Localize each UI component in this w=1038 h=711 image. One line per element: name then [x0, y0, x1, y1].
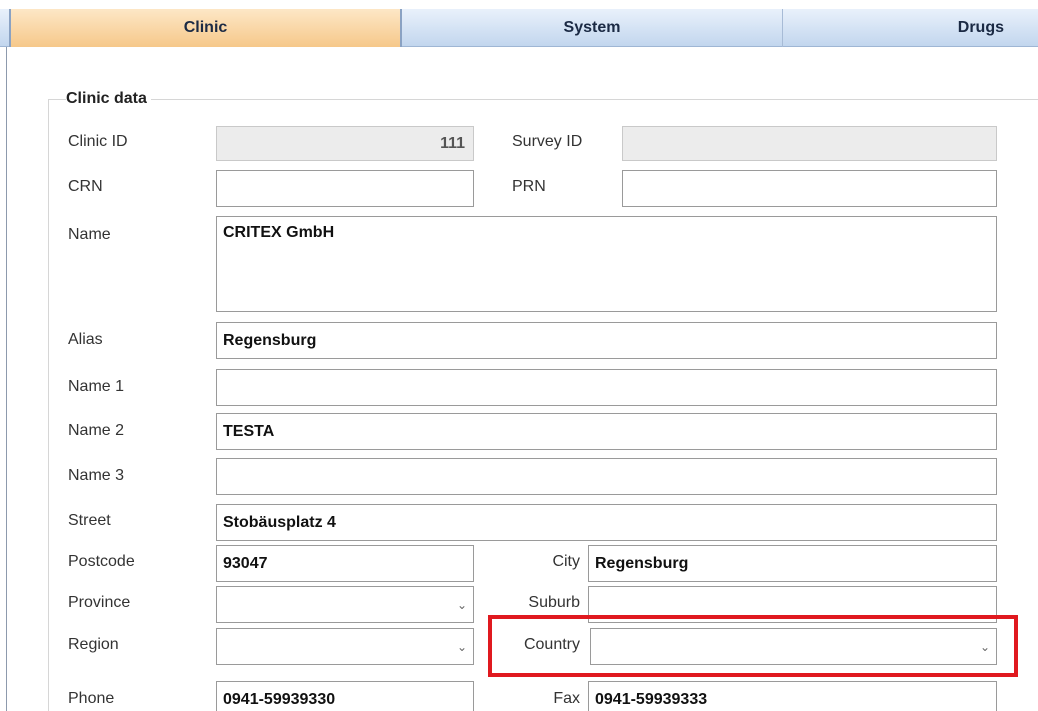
section-border-top	[48, 99, 1038, 100]
chevron-down-icon[interactable]: ⌄	[457, 598, 467, 612]
city-field[interactable]: Regensburg	[588, 545, 997, 582]
name3-field[interactable]	[216, 458, 997, 495]
postcode-field[interactable]: 93047	[216, 545, 474, 582]
name2-label: Name 2	[68, 422, 125, 439]
name3-label: Name 3	[68, 467, 125, 484]
tab-bar: Clinic System Drugs	[0, 9, 1038, 47]
clinic-id-label: Clinic ID	[68, 133, 128, 150]
region-label: Region	[68, 636, 119, 653]
prn-label: PRN	[512, 178, 546, 195]
section-border-left	[48, 99, 49, 711]
name1-field[interactable]	[216, 369, 997, 406]
phone-field[interactable]: 0941-59939330	[216, 681, 474, 711]
tab-drugs[interactable]: Drugs	[783, 9, 1038, 47]
region-select[interactable]: ⌄	[216, 628, 474, 665]
survey-id-field	[622, 126, 997, 161]
suburb-label: Suburb	[528, 594, 580, 611]
chevron-down-icon[interactable]: ⌄	[457, 640, 467, 654]
name1-label: Name 1	[68, 378, 125, 395]
alias-label: Alias	[68, 331, 103, 348]
province-select[interactable]: ⌄	[216, 586, 474, 623]
crn-field[interactable]	[216, 170, 474, 207]
province-label: Province	[68, 594, 131, 611]
fax-label: Fax	[553, 690, 580, 707]
phone-label: Phone	[68, 690, 115, 707]
crn-label: CRN	[68, 178, 103, 195]
section-legend: Clinic data	[66, 90, 151, 108]
survey-id-label: Survey ID	[512, 133, 583, 150]
country-highlight-box	[488, 615, 1018, 677]
tab-clinic[interactable]: Clinic	[9, 9, 402, 47]
tab-system[interactable]: System	[402, 9, 783, 47]
name-label: Name	[68, 226, 111, 243]
fax-field[interactable]: 0941-59939333	[588, 681, 997, 711]
name2-field[interactable]: TESTA	[216, 413, 997, 450]
alias-field[interactable]: Regensburg	[216, 322, 997, 359]
clinic-id-field: 111	[216, 126, 474, 161]
name-field[interactable]: CRITEX GmbH	[216, 216, 997, 312]
street-label: Street	[68, 512, 111, 529]
city-label: City	[552, 553, 580, 570]
street-field[interactable]: Stobäusplatz 4	[216, 504, 997, 541]
postcode-label: Postcode	[68, 553, 135, 570]
prn-field[interactable]	[622, 170, 997, 207]
